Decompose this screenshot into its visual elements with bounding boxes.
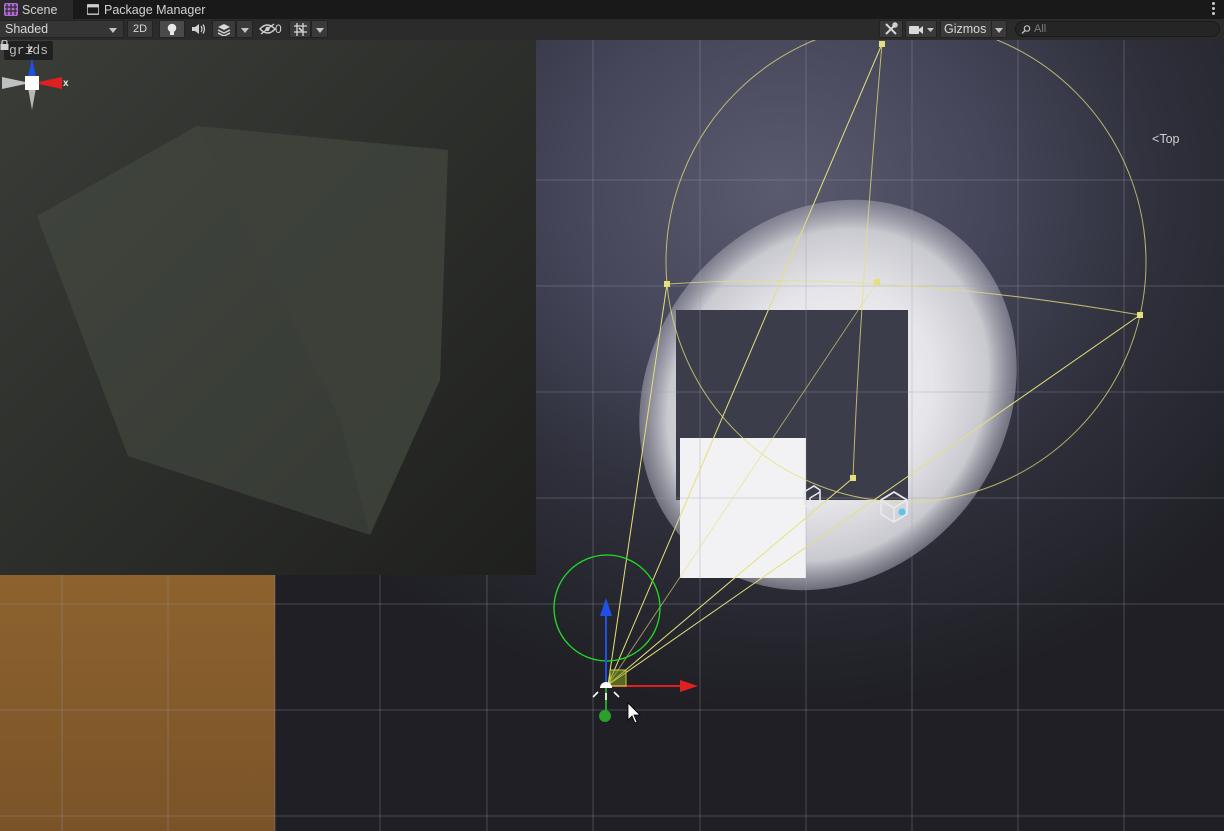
lock-icon[interactable]: [0, 40, 9, 50]
z-axis-label: z: [28, 44, 33, 55]
scene-viewport[interactable]: grids z x <Top: [0, 40, 1224, 831]
camera-settings-button[interactable]: [905, 20, 937, 38]
camera-icon: [909, 25, 934, 34]
lit-cube-top: [680, 438, 806, 578]
center-cube[interactable]: [25, 76, 39, 90]
grid-snap-icon: [293, 22, 307, 36]
chevron-down-icon: [241, 28, 249, 33]
shading-mode-value: Shaded: [5, 22, 49, 36]
unity-scene-window: Scene Package Manager Shaded 2D 0 Gizmos…: [0, 0, 1224, 831]
shading-mode-dropdown[interactable]: Shaded: [0, 20, 124, 38]
tab-package-manager[interactable]: Package Manager: [82, 0, 211, 19]
tab-scene-label: Scene: [22, 3, 58, 17]
audio-icon: [192, 24, 205, 34]
hidden-objects-toggle[interactable]: [257, 20, 277, 38]
orange-floor: [0, 575, 275, 831]
light-bulb-icon: [167, 23, 177, 35]
light-probe-icon: [898, 508, 906, 516]
chevron-down-icon: [109, 28, 117, 33]
xz-plane-handle[interactable]: [609, 669, 627, 687]
chevron-down-icon: [316, 28, 324, 33]
effects-icon: [217, 23, 230, 36]
tools-button[interactable]: [879, 20, 903, 38]
gizmos-toggle-button[interactable]: Gizmos: [940, 20, 992, 38]
scene-effects-toggle[interactable]: [212, 20, 236, 38]
search-icon: [1021, 25, 1031, 34]
mouse-cursor-icon: [627, 702, 641, 724]
scene-grid-icon: [4, 3, 18, 16]
chevron-down-icon: [995, 28, 1003, 33]
visibility-icon: [258, 23, 276, 35]
view-mode-label[interactable]: <Top: [1152, 132, 1179, 146]
hidden-objects-count: 0: [275, 22, 282, 36]
scene-toolbar: Shaded 2D 0 Gizmos All: [0, 19, 1224, 41]
view-mode-text: Top: [1159, 132, 1180, 146]
more-options-icon[interactable]: [1212, 2, 1216, 16]
hierarchy-search[interactable]: [1015, 21, 1220, 37]
package-icon: [87, 4, 99, 15]
effects-dropdown[interactable]: [236, 20, 253, 38]
x-axis-label: x: [63, 78, 69, 89]
tab-bar: Scene Package Manager: [0, 0, 1224, 19]
tools-icon: [885, 22, 898, 35]
toggle-2d-button[interactable]: 2D: [127, 20, 153, 38]
grid-snap-toggle[interactable]: [289, 20, 311, 38]
scene-audio-toggle[interactable]: [187, 20, 209, 38]
orientation-gizmo[interactable]: z x: [0, 40, 80, 150]
grid-dropdown[interactable]: [311, 20, 328, 38]
scene-lighting-toggle[interactable]: [159, 20, 185, 38]
scene-canvas: [0, 40, 1224, 831]
y-axis-handle[interactable]: [599, 710, 611, 722]
search-input[interactable]: [1034, 22, 1214, 36]
tab-scene[interactable]: Scene: [0, 0, 73, 19]
gizmos-dropdown[interactable]: [991, 20, 1007, 38]
tab-package-manager-label: Package Manager: [104, 3, 206, 17]
